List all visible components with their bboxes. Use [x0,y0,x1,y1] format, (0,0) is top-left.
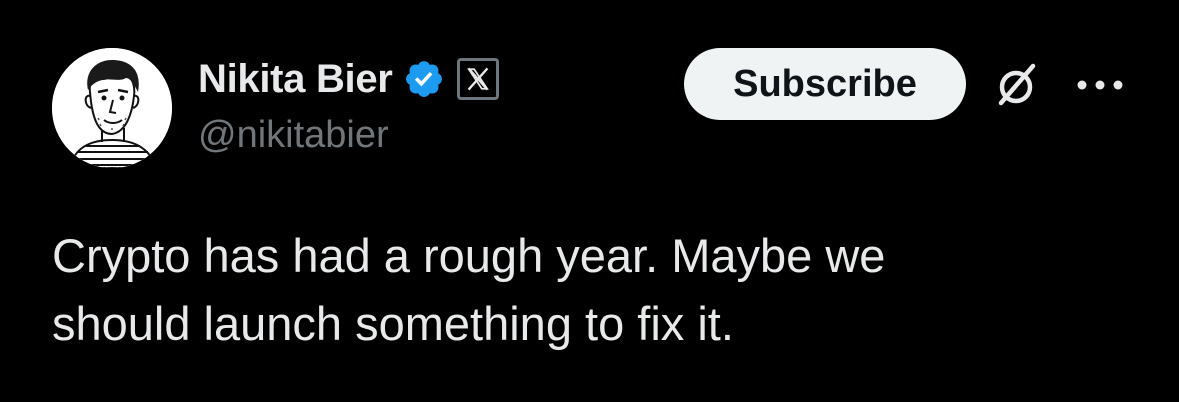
author-name-row: Nikita Bier [198,54,499,104]
grok-icon[interactable] [988,58,1044,114]
more-options-icon[interactable] [1074,74,1126,96]
affiliate-badge[interactable] [456,58,499,100]
avatar[interactable] [52,48,172,168]
author-display-name[interactable]: Nikita Bier [198,57,393,102]
author-handle[interactable]: @nikitabier [198,114,389,157]
subscribe-button[interactable]: Subscribe [684,48,966,120]
tweet-text: Crypto has had a rough year. Maybe we sh… [52,229,886,350]
verified-badge-icon[interactable] [403,58,445,100]
x-logo-icon [466,67,489,91]
tweet: Nikita Bier @nikitabier Subscribe Crypto… [0,0,1179,402]
avatar-illustration [52,48,172,168]
